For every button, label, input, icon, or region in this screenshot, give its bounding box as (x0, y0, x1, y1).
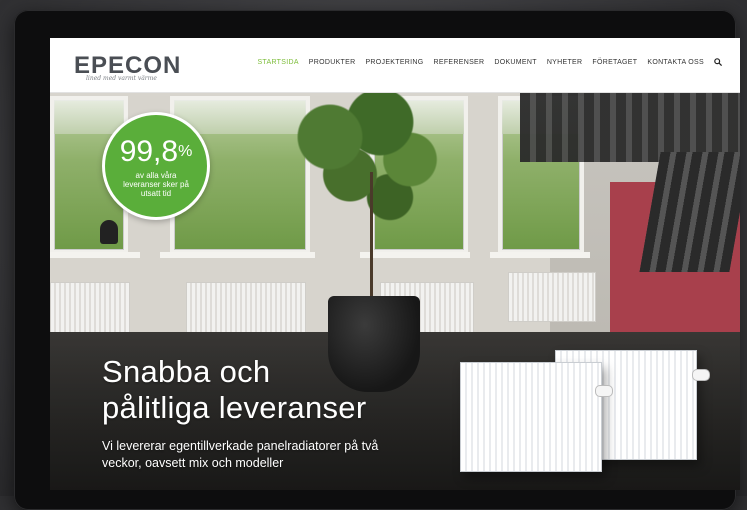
product-radiator-image (460, 362, 613, 472)
main-menu: STARTSIDA PRODUKTER PROJEKTERING REFEREN… (257, 58, 722, 66)
badge-value: 99,8% (119, 135, 193, 168)
hero-subline: Vi levererar egentillverkade panelradiat… (102, 439, 379, 470)
wall-radiator (50, 282, 130, 336)
window-sill (360, 252, 470, 258)
browser-viewport: EPECON lined med varmt värme STARTSIDA P… (50, 38, 740, 490)
search-icon[interactable] (714, 58, 722, 66)
headline-line-1: Snabba och (102, 354, 271, 389)
staircase-side (639, 152, 740, 272)
valve-icon (692, 369, 710, 381)
nav-item-kontakta-oss[interactable]: KONTAKTA OSS (647, 59, 704, 66)
logo-tagline: lined med varmt värme (86, 75, 157, 82)
monitor-frame: EPECON lined med varmt värme STARTSIDA P… (14, 10, 740, 510)
wall-radiator (186, 282, 306, 336)
nav-item-nyheter[interactable]: NYHETER (547, 59, 583, 66)
nav-item-startsida[interactable]: STARTSIDA (257, 59, 298, 66)
valve-icon (595, 385, 613, 397)
nav-item-projektering[interactable]: PROJEKTERING (365, 59, 423, 66)
badge-text: av alla våra leveranser sker på utsatt t… (123, 171, 189, 198)
wall-radiator (508, 272, 596, 322)
top-navigation: EPECON lined med varmt värme STARTSIDA P… (50, 38, 740, 93)
window-sill (490, 252, 590, 258)
plant-stem (370, 172, 373, 302)
nav-item-foretaget[interactable]: FÖRETAGET (592, 59, 637, 66)
hero-banner: 99,8% av alla våra leveranser sker på ut… (50, 92, 740, 490)
nav-item-produkter[interactable]: PRODUKTER (309, 59, 356, 66)
headline-line-2: pålitliga leveranser (102, 390, 367, 425)
nav-item-dokument[interactable]: DOKUMENT (494, 59, 536, 66)
lamp (100, 220, 118, 244)
nav-item-referenser[interactable]: REFERENSER (434, 59, 485, 66)
delivery-rate-badge: 99,8% av alla våra leveranser sker på ut… (102, 112, 210, 220)
window-sill (50, 252, 140, 258)
window-sill (160, 252, 315, 258)
hero-headline: Snabba och pålitliga leveranser (102, 354, 366, 426)
